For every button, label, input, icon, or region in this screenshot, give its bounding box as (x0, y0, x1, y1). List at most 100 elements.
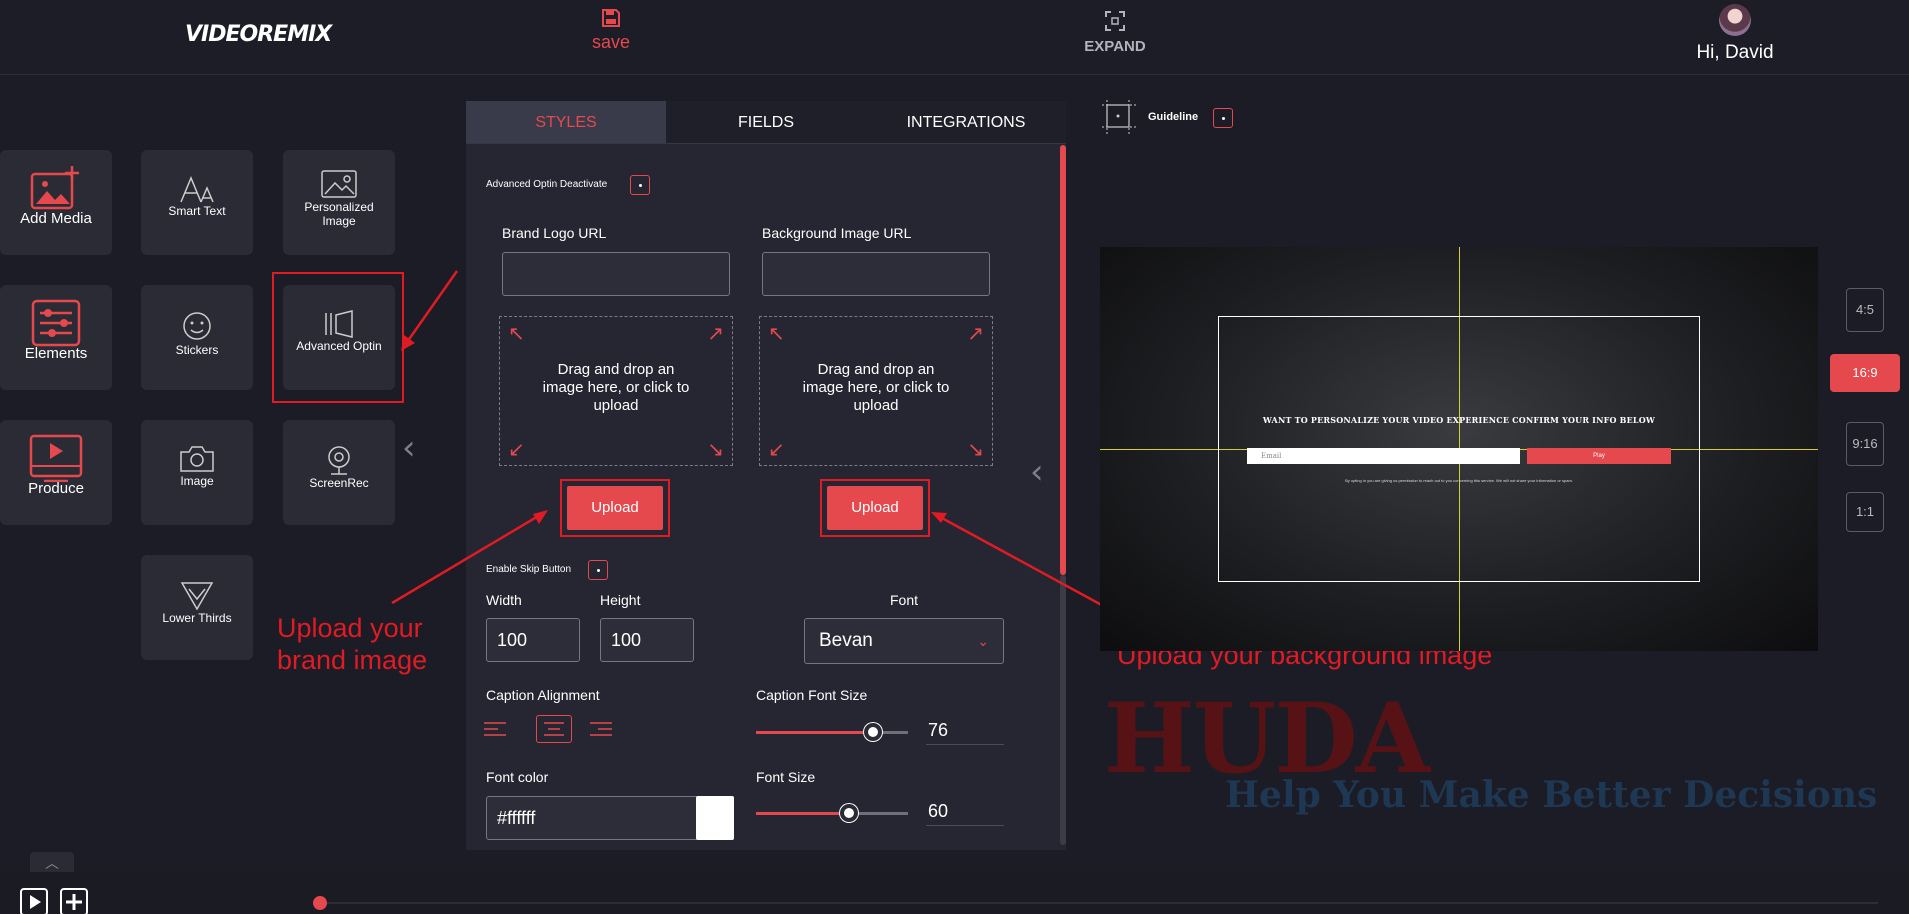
brand-logo-dropzone[interactable]: ↖ ↗ ↙ ↘ Drag and drop an image here, or cl… (499, 316, 733, 466)
sidebar-item-add-media[interactable]: Add Media (0, 150, 112, 255)
optin-note: By opting in you are giving us permissio… (1345, 478, 1573, 483)
sidebar-item-produce[interactable]: Produce (0, 420, 112, 525)
tile-label: Personalized Image (304, 200, 374, 228)
lower-thirds-icon (180, 582, 214, 611)
watermark-tagline: Help You Make Better Decisions (1225, 774, 1878, 816)
guideline-checkbox[interactable] (1213, 108, 1233, 128)
ratio-4-5[interactable]: 4:5 (1846, 288, 1884, 332)
camera-icon (180, 446, 214, 472)
highlight-box-upload-brand (560, 479, 670, 537)
tile-label: ScreenRec (309, 476, 369, 490)
optin-email-field[interactable]: Email (1247, 448, 1520, 464)
slider-knob[interactable] (864, 723, 882, 741)
ratio-1-1[interactable]: 1:1 (1846, 492, 1884, 532)
timeline-bar (0, 872, 1909, 914)
sidebar-item-label: Add Media (20, 210, 92, 227)
panel-body: Advanced Optin Deactivate Brand Logo URL… (466, 144, 1066, 850)
produce-icon (29, 434, 83, 482)
plus-icon (66, 894, 82, 910)
annotation-arrow-brand (391, 510, 548, 605)
sidebar-item-elements[interactable]: Elements (0, 285, 112, 390)
annotation-brand-text: Upload your brand image (277, 613, 428, 675)
font-size-slider[interactable] (756, 804, 908, 822)
panel-tabs: STYLES FIELDS INTEGRATIONS (466, 101, 1066, 144)
timeline-track[interactable] (318, 902, 1878, 904)
align-left-icon[interactable] (482, 719, 508, 739)
highlight-box-advanced-optin (272, 272, 404, 403)
collapse-panel-chevron-icon[interactable]: ‹ (1030, 452, 1044, 492)
annotation-arrow-optin (401, 270, 459, 351)
font-size-label: Font Size (756, 769, 816, 785)
slider-knob[interactable] (840, 804, 858, 822)
ratio-16-9[interactable]: 16:9 (1830, 354, 1900, 392)
sidebar-item-label: Produce (28, 480, 84, 497)
brand-logo-label: Brand Logo URL (502, 225, 607, 241)
tile-image[interactable]: Image (141, 420, 253, 525)
save-button[interactable]: save (585, 6, 637, 53)
highlight-box-upload-bg (820, 479, 930, 537)
guideline-icon (1102, 100, 1136, 134)
tile-personalized-image[interactable]: Personalized Image (283, 150, 395, 255)
video-preview[interactable]: WANT TO PERSONALIZE YOUR VIDEO EXPERIENC… (1100, 247, 1818, 651)
optin-play-button[interactable]: Play (1527, 448, 1671, 464)
tile-label: Smart Text (168, 204, 226, 218)
caption-font-size-value[interactable]: 76 (926, 716, 1004, 745)
dropzone-text: Drag and drop an image here, or click to… (542, 361, 690, 414)
bg-image-label: Background Image URL (762, 225, 912, 241)
bg-image-url-input[interactable] (762, 252, 990, 296)
play-button[interactable] (20, 888, 48, 914)
tab-styles[interactable]: STYLES (466, 101, 666, 143)
brand-logo-url-input[interactable] (502, 252, 730, 296)
skip-checkbox[interactable] (588, 560, 608, 580)
webcam-icon (328, 446, 350, 475)
caption-align-label: Caption Alignment (486, 687, 600, 703)
chevron-down-icon: ⌄ (977, 633, 989, 649)
smart-text-icon (180, 176, 214, 203)
settings-panel: STYLES FIELDS INTEGRATIONS Advanced Opti… (466, 101, 1066, 850)
collapse-sidebar-chevron-icon[interactable]: ‹ (402, 428, 416, 468)
expand-icon (1105, 11, 1125, 31)
tile-lower-thirds[interactable]: Lower Thirds (141, 555, 253, 660)
font-size-value[interactable]: 60 (926, 797, 1004, 826)
font-color-label: Font color (486, 769, 549, 785)
save-label: save (591, 32, 631, 52)
align-center-button[interactable] (536, 715, 572, 743)
tile-stickers[interactable]: Stickers (141, 285, 253, 390)
greeting: Hi, David (1696, 42, 1774, 63)
deactivate-label: Advanced Optin Deactivate (486, 179, 608, 190)
sliders-icon (31, 299, 81, 347)
app-root: VIDEOREMIX save EXPAND Hi, David Add Med… (0, 0, 1909, 914)
tile-label: Lower Thirds (162, 611, 232, 625)
optin-title: WANT TO PERSONALIZE YOUR VIDEO EXPERIENC… (1262, 415, 1656, 425)
align-right-icon[interactable] (588, 719, 614, 739)
font-select-value: Bevan (819, 630, 873, 651)
caption-font-size-label: Caption Font Size (756, 687, 868, 703)
font-label: Font (890, 592, 919, 608)
width-input[interactable]: 100 (486, 618, 580, 662)
tile-smart-text[interactable]: Smart Text (141, 150, 253, 255)
expand-label: EXPAND (1084, 38, 1146, 55)
font-color-swatch[interactable] (696, 796, 734, 840)
avatar (1719, 4, 1751, 36)
user-menu[interactable]: Hi, David (1680, 4, 1790, 64)
tile-label: Stickers (175, 343, 219, 357)
add-button[interactable] (60, 888, 88, 914)
expand-button[interactable]: EXPAND (1075, 10, 1155, 55)
deactivate-checkbox[interactable] (630, 175, 650, 195)
ratio-9-16[interactable]: 9:16 (1846, 422, 1884, 466)
sidebar-item-label: Elements (24, 345, 88, 362)
bg-image-dropzone[interactable]: ↖ ↗ ↙ ↘ Drag and drop an image here, or cl… (759, 316, 993, 466)
save-icon (602, 9, 620, 27)
app-logo: VIDEOREMIX (185, 22, 332, 47)
guideline-label: Guideline (1148, 111, 1199, 123)
playhead[interactable] (313, 896, 327, 910)
tab-fields[interactable]: FIELDS (666, 101, 866, 143)
expand-timeline-chevron-icon[interactable]: ︿ (30, 852, 74, 874)
image-icon (321, 170, 357, 198)
caption-font-size-slider[interactable] (756, 723, 908, 741)
top-bar: VIDEOREMIX save EXPAND Hi, David (0, 0, 1909, 75)
sticker-icon (183, 312, 211, 340)
tile-label: Image (180, 474, 214, 488)
tab-integrations[interactable]: INTEGRATIONS (866, 101, 1066, 143)
height-input[interactable]: 100 (600, 618, 694, 662)
